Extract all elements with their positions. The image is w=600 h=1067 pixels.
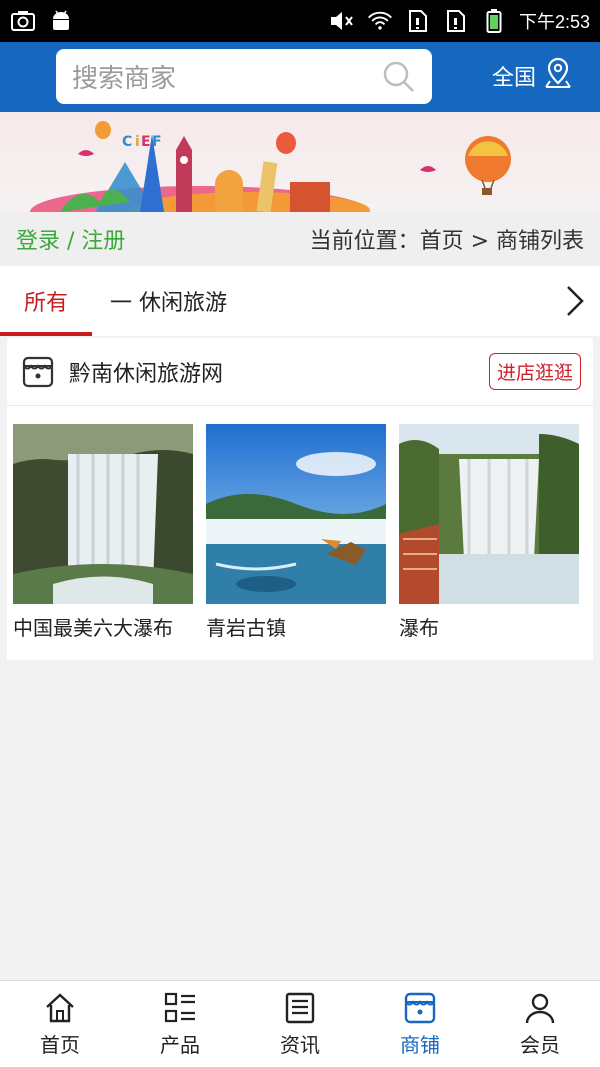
promo-banner[interactable]: C i E F bbox=[0, 112, 600, 212]
banner-illustration: C i E F bbox=[30, 121, 511, 212]
breadcrumb: 当前位置：首页 > 商铺列表 bbox=[309, 229, 584, 254]
product-name: 中国最美六大瀑布 bbox=[13, 616, 173, 640]
tab-all-label: 所有 bbox=[23, 291, 68, 316]
nav-member-label: 会员 bbox=[520, 1032, 560, 1057]
tab-all[interactable]: 所有 bbox=[0, 266, 92, 336]
product-item[interactable]: 青岩古镇 bbox=[206, 424, 386, 641]
search-input[interactable]: 搜索商家 bbox=[56, 49, 432, 104]
nav-shops-label: 商铺 bbox=[400, 1032, 440, 1057]
product-item[interactable]: 中国最美六大瀑布 bbox=[13, 424, 193, 641]
sim2-icon bbox=[443, 8, 469, 34]
nav-products[interactable]: 产品 bbox=[120, 981, 240, 1067]
region-selector[interactable]: 全国 bbox=[492, 56, 574, 96]
news-icon bbox=[285, 992, 315, 1023]
storefront-icon bbox=[404, 992, 436, 1023]
svg-text:i: i bbox=[135, 134, 140, 150]
region-label: 全国 bbox=[492, 66, 537, 91]
battery-icon bbox=[481, 8, 507, 34]
shop-card: 黔南休闲旅游网 进店逛逛 中国最美六大瀑布 青岩古镇 瀑布 bbox=[7, 338, 593, 660]
enter-shop-button[interactable]: 进店逛逛 bbox=[488, 353, 581, 390]
svg-text:F: F bbox=[152, 134, 162, 150]
info-row: 登录 / 注册 当前位置：首页 > 商铺列表 bbox=[0, 212, 600, 266]
tab-leisure-travel[interactable]: 一 休闲旅游 bbox=[110, 285, 227, 317]
nav-shops[interactable]: 商铺 bbox=[360, 981, 480, 1067]
product-image-waterfall-huangguoshu bbox=[13, 424, 193, 604]
svg-text:C: C bbox=[122, 134, 132, 150]
screenshot-icon bbox=[10, 8, 36, 34]
product-item[interactable]: 瀑布 bbox=[399, 424, 579, 641]
location-pin-icon bbox=[542, 56, 574, 96]
shop-name: 黔南休闲旅游网 bbox=[69, 361, 224, 387]
wifi-icon bbox=[367, 8, 393, 34]
search-icon[interactable] bbox=[382, 60, 416, 94]
category-tabs: 所有 一 休闲旅游 bbox=[0, 266, 600, 336]
nav-member[interactable]: 会员 bbox=[480, 981, 600, 1067]
product-name: 青岩古镇 bbox=[206, 616, 286, 640]
mute-icon bbox=[329, 8, 355, 34]
storefront-icon bbox=[21, 355, 55, 389]
product-list: 中国最美六大瀑布 青岩古镇 瀑布 bbox=[7, 406, 593, 641]
status-time: 下午2:53 bbox=[518, 12, 590, 32]
bottom-nav: 首页 产品 资讯 商铺 会员 bbox=[0, 980, 600, 1067]
sim1-icon bbox=[405, 8, 431, 34]
nav-news-label: 资讯 bbox=[280, 1032, 320, 1057]
nav-home[interactable]: 首页 bbox=[0, 981, 120, 1067]
product-name: 瀑布 bbox=[399, 616, 439, 640]
shop-card-header: 黔南休闲旅游网 进店逛逛 bbox=[7, 338, 593, 406]
status-bar: 下午2:53 bbox=[0, 0, 600, 42]
grid-list-icon bbox=[164, 992, 195, 1022]
android-icon bbox=[48, 8, 74, 34]
nav-home-label: 首页 bbox=[40, 1032, 80, 1057]
top-header: 搜索商家 全国 bbox=[0, 42, 600, 112]
nav-news[interactable]: 资讯 bbox=[240, 981, 360, 1067]
product-image-waterfall bbox=[399, 424, 579, 604]
home-icon bbox=[46, 992, 74, 1022]
search-placeholder: 搜索商家 bbox=[72, 64, 177, 94]
product-image-qingyan-town bbox=[206, 424, 386, 604]
chevron-right-icon[interactable] bbox=[562, 284, 588, 318]
login-register-link[interactable]: 登录 / 注册 bbox=[16, 223, 125, 255]
svg-text:E: E bbox=[141, 134, 151, 150]
nav-products-label: 产品 bbox=[160, 1032, 200, 1057]
user-icon bbox=[525, 993, 555, 1023]
